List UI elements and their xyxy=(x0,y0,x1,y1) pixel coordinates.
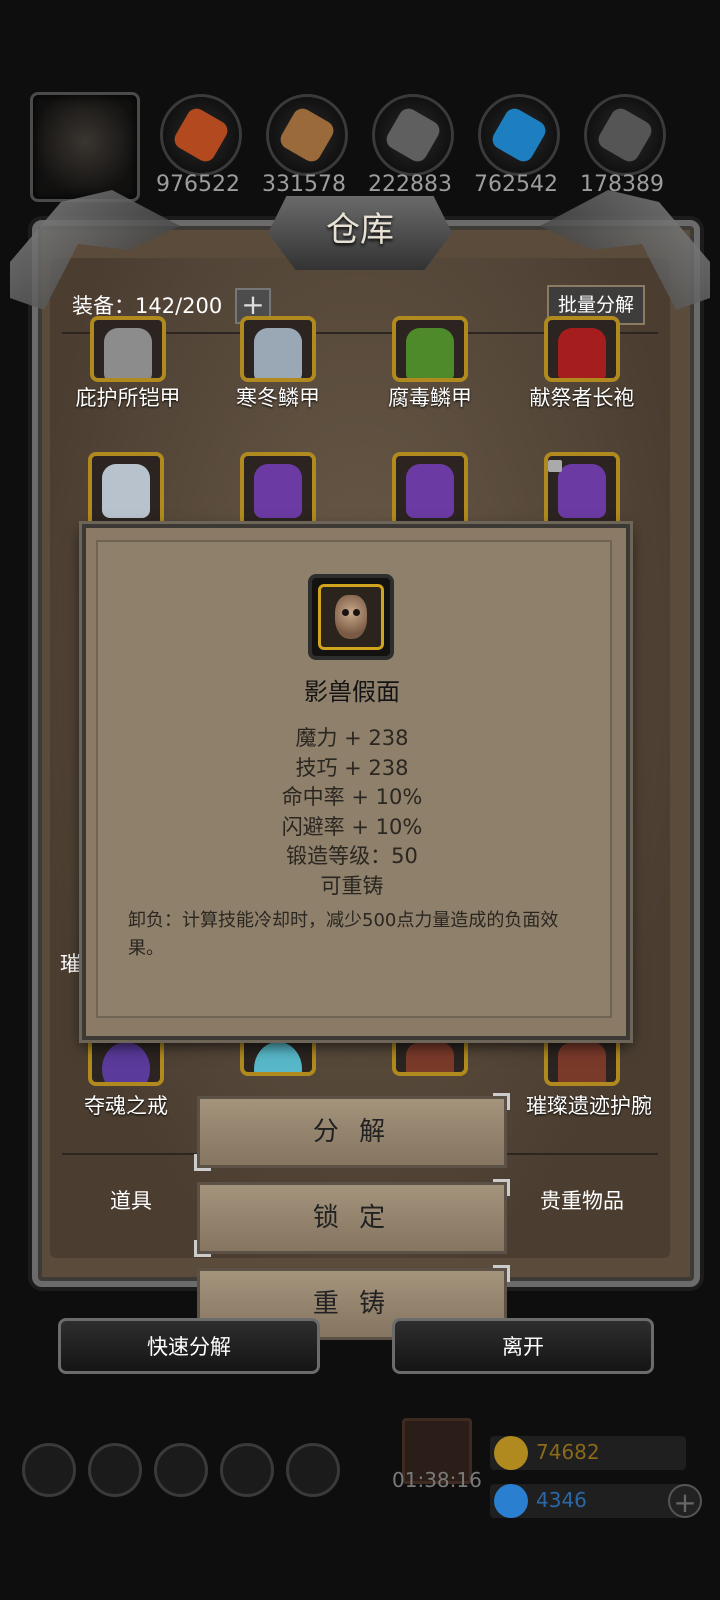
item-name: 庇护所铠甲 xyxy=(75,386,181,410)
window-title: 仓库 xyxy=(326,210,394,250)
item-slot[interactable] xyxy=(392,316,468,382)
armor-icon xyxy=(558,464,606,518)
item-name: 献祭者长袍 xyxy=(529,386,635,410)
menu-icon[interactable] xyxy=(88,1443,142,1497)
armor-icon xyxy=(406,464,454,518)
item-stat: 魔力 + 238 xyxy=(295,726,409,750)
resource-wood-value: 331578 xyxy=(262,172,346,197)
menu-icon[interactable] xyxy=(220,1443,274,1497)
item-slot[interactable] xyxy=(88,452,164,528)
resource-crystal-icon xyxy=(478,94,560,176)
bracer-icon xyxy=(558,1042,606,1082)
armor-icon xyxy=(104,328,152,378)
lock-icon xyxy=(548,460,562,472)
menu-icon[interactable] xyxy=(154,1443,208,1497)
gold-coin-icon xyxy=(494,1436,528,1470)
item-slot[interactable] xyxy=(240,316,316,382)
resource-crystal-value: 762542 xyxy=(474,172,558,197)
item-name: 腐毒鳞甲 xyxy=(388,386,472,410)
item-stat: 闪避率 + 10% xyxy=(281,815,423,839)
robe-icon xyxy=(558,328,606,378)
item-icon-frame xyxy=(308,574,394,660)
resource-ore-value: 976522 xyxy=(156,172,240,197)
resource-stone-value: 222883 xyxy=(368,172,452,197)
resource-iron-icon xyxy=(584,94,666,176)
quick-decompose-button[interactable]: 快速分解 xyxy=(58,1318,320,1374)
item-slot[interactable] xyxy=(90,316,166,382)
armor-icon xyxy=(102,464,150,518)
item-name: 夺魂之戒 xyxy=(84,1094,168,1118)
resource-ore-icon xyxy=(160,94,242,176)
player-portrait[interactable] xyxy=(30,92,140,202)
item-stat: 锻造等级：50 xyxy=(286,844,418,868)
item-description: 卸负：计算技能冷却时，减少500点力量造成的负面效果。 xyxy=(128,910,559,959)
gem-icon xyxy=(494,1484,528,1518)
leave-button[interactable]: 离开 xyxy=(392,1318,654,1374)
resource-iron-value: 178389 xyxy=(580,172,664,197)
ring-icon xyxy=(102,1042,150,1082)
lock-button[interactable]: 锁 定 xyxy=(194,1179,510,1257)
gold-value: 74682 xyxy=(536,1440,600,1464)
armor-icon xyxy=(254,328,302,378)
item-slot[interactable] xyxy=(240,452,316,528)
menu-icon[interactable] xyxy=(286,1443,340,1497)
item-name: 寒冬鳞甲 xyxy=(236,386,320,410)
tab-valuables[interactable]: 贵重物品 xyxy=(540,1185,624,1215)
tab-props[interactable]: 道具 xyxy=(110,1185,152,1215)
item-stat: 命中率 + 10% xyxy=(281,785,423,809)
gem-value: 4346 xyxy=(536,1488,587,1512)
mask-icon xyxy=(335,595,367,639)
add-gem-button[interactable]: + xyxy=(668,1484,702,1519)
decompose-button[interactable]: 分 解 xyxy=(194,1093,510,1171)
resource-stone-icon xyxy=(372,94,454,176)
resource-wood-icon xyxy=(266,94,348,176)
item-title: 影兽假面 xyxy=(304,678,400,706)
armor-icon xyxy=(254,464,302,518)
item-name: 璀璨遗迹护腕 xyxy=(526,1094,652,1118)
armor-icon xyxy=(406,328,454,378)
item-stat: 可重铸 xyxy=(320,874,384,898)
bracer-icon xyxy=(406,1042,454,1072)
gift-timer: 01:38:16 xyxy=(392,1468,482,1492)
item-stat: 技巧 + 238 xyxy=(295,756,409,780)
item-name-partial: 璀 xyxy=(60,952,81,976)
item-slot[interactable] xyxy=(392,452,468,528)
menu-icon[interactable] xyxy=(22,1443,76,1497)
item-slot[interactable] xyxy=(544,316,620,382)
ring-icon xyxy=(254,1042,302,1072)
